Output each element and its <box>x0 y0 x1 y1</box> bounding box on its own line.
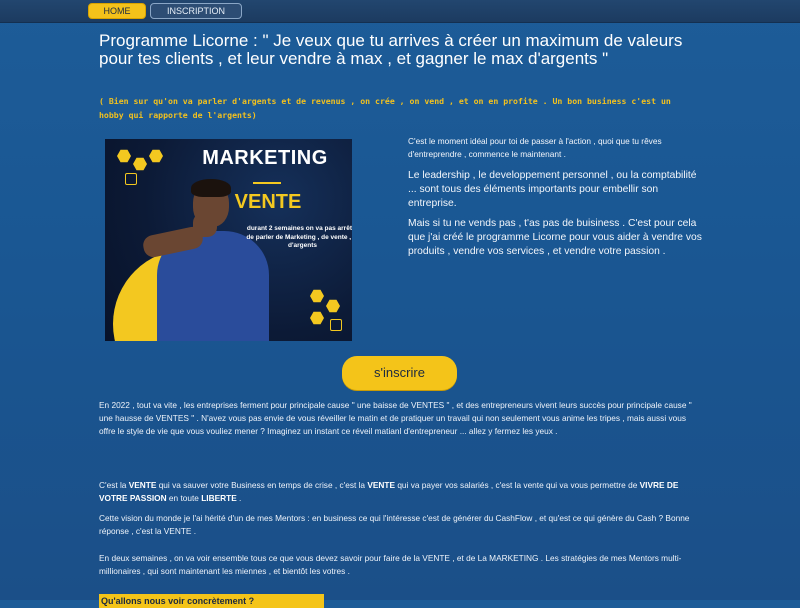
page-title: Programme Licorne : " Je veux que tu arr… <box>99 31 683 68</box>
cover-description: durant 2 semaines on va pas arrêter de p… <box>246 225 352 249</box>
marketing-vente-cover-image: MARKETING VENTE durant 2 semaines on va … <box>105 139 352 341</box>
hexagon-outline-icon <box>330 319 342 331</box>
hexagon-icon <box>117 149 131 163</box>
body-paragraph-1: En 2022 , tout va vite , les entreprises… <box>99 400 692 436</box>
hexagon-icon <box>310 289 324 303</box>
presenter-fist <box>193 213 217 237</box>
body-text-fragment: C'est la <box>99 480 129 490</box>
intro-paragraph-3: Mais si tu ne vends pas , t'as pas de bu… <box>408 218 702 257</box>
intro-paragraph-1: C'est le moment idéal pour toi de passer… <box>408 136 662 159</box>
nav-inscription-button[interactable]: INSCRIPTION <box>150 3 242 19</box>
body-paragraph-4: En deux semaines , on va voir ensemble t… <box>99 553 682 576</box>
cover-divider <box>253 182 281 184</box>
hexagon-outline-icon <box>125 173 137 185</box>
body-emphasis: LIBERTE <box>201 493 237 503</box>
intro-column: C'est le moment idéal pour toi de passer… <box>408 135 704 259</box>
body-emphasis: VENTE <box>367 480 396 490</box>
body-text-fragment: en toute <box>166 493 202 503</box>
signup-button[interactable]: s'inscrire <box>342 356 457 390</box>
body-text-fragment: qui va sauver votre Business en temps de… <box>156 480 368 490</box>
section-heading: Qu'allons nous voir concrètement ? <box>99 594 324 608</box>
nav-home-button[interactable]: HOME <box>88 3 146 19</box>
body-paragraph-3: Cette vision du monde je l'ai hérité d'u… <box>99 513 690 536</box>
page-subtitle: ( Bien sur qu'on va parler d'argents et … <box>99 96 671 120</box>
hexagon-icon <box>310 311 324 325</box>
hexagon-icon <box>326 299 340 313</box>
body-text-fragment: qui va payer vos salariés , c'est la ven… <box>395 480 640 490</box>
hexagon-icon <box>133 157 147 171</box>
body-emphasis: VENTE <box>128 480 157 490</box>
body-text-fragment: . <box>236 493 242 503</box>
intro-paragraph-2: Le leadership , le developpement personn… <box>408 170 697 209</box>
cover-title: MARKETING <box>202 147 328 169</box>
body-paragraph-2: C'est la VENTE qui va sauver votre Busin… <box>99 479 699 505</box>
cover-highlight: VENTE <box>234 191 302 213</box>
hexagon-icon <box>149 149 163 163</box>
top-nav-bar: HOME INSCRIPTION <box>0 0 800 23</box>
